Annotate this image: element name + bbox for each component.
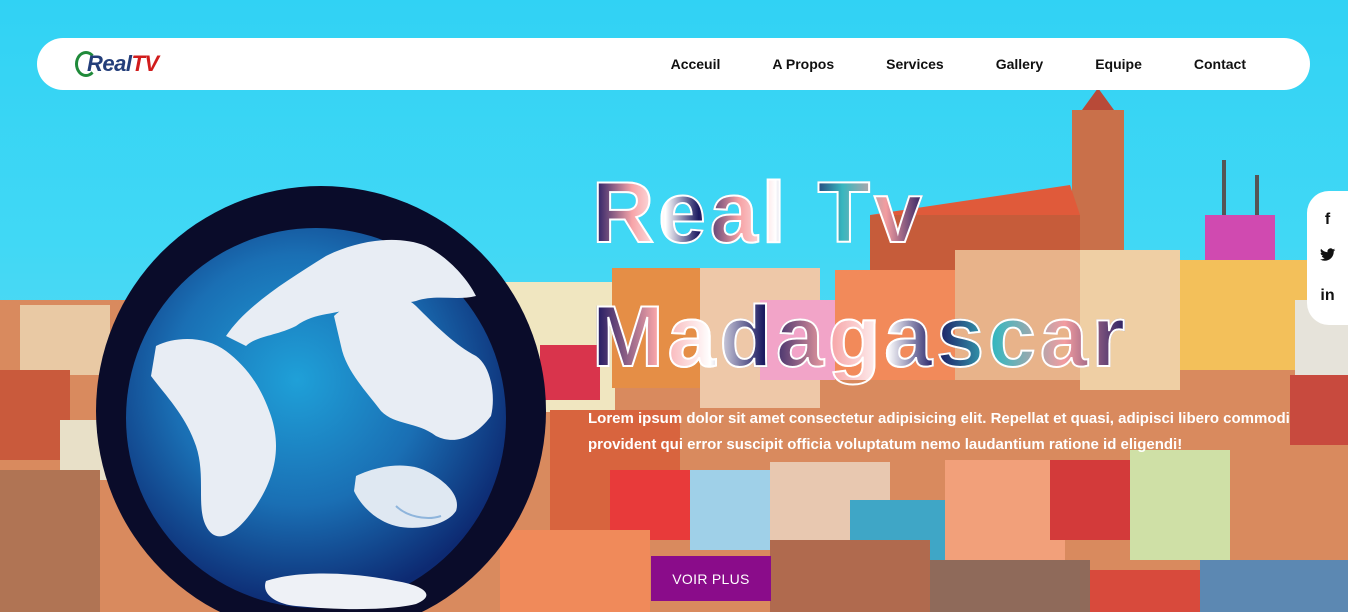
logo-text: RealTV — [87, 51, 159, 77]
hero-description: Lorem ipsum dolor sit amet consectetur a… — [588, 410, 1290, 453]
hero-title-line2: Madagascar — [591, 289, 1130, 385]
logo-text-tv: TV — [131, 51, 159, 76]
nav-link-contact[interactable]: Contact — [1194, 56, 1246, 72]
nav-link-equipe[interactable]: Equipe — [1095, 56, 1142, 72]
nav-link-services[interactable]: Services — [886, 56, 944, 72]
nav-menu: Acceuil A Propos Services Gallery Equipe… — [619, 38, 1246, 90]
nav-link-a-propos[interactable]: A Propos — [772, 56, 834, 72]
linkedin-icon[interactable]: in — [1318, 286, 1338, 306]
social-bar: f in — [1307, 191, 1348, 325]
logo-text-real: Real — [87, 51, 132, 76]
globe-image — [96, 186, 546, 612]
nav-link-gallery[interactable]: Gallery — [996, 56, 1043, 72]
nav-link-acceuil[interactable]: Acceuil — [671, 56, 721, 72]
twitter-icon[interactable] — [1318, 248, 1338, 268]
voir-plus-button[interactable]: VOIR PLUS — [651, 556, 771, 601]
hero-title-line1: Real Tv — [591, 165, 926, 261]
brand-logo[interactable]: RealTV — [75, 48, 185, 80]
facebook-icon[interactable]: f — [1318, 210, 1338, 230]
navbar: RealTV Acceuil A Propos Services Gallery… — [37, 38, 1310, 90]
